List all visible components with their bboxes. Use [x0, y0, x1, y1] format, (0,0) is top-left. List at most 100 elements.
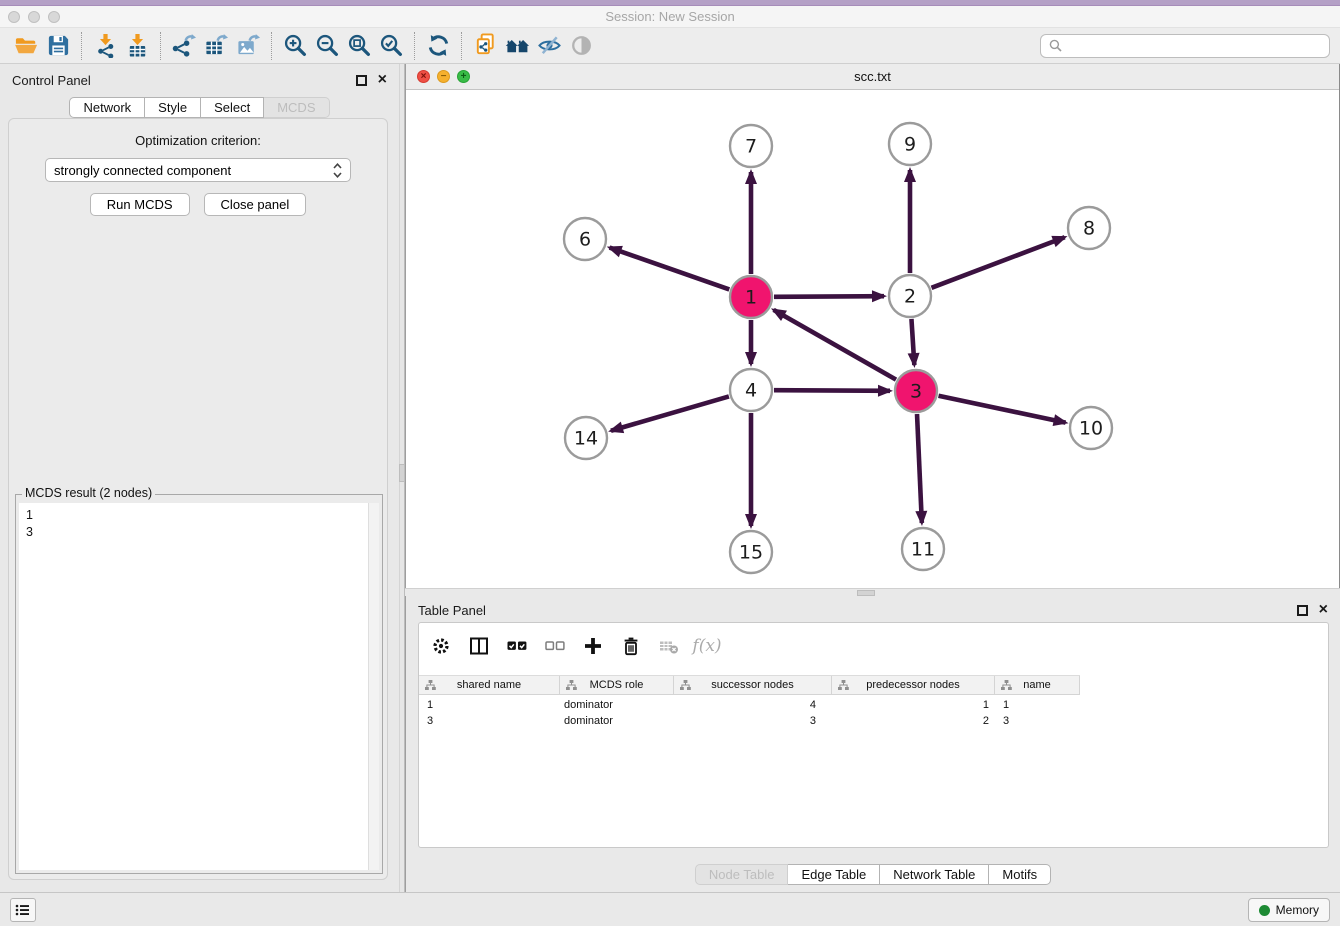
search-box[interactable]: [1040, 34, 1330, 58]
stepper-arrows-icon: [333, 163, 342, 178]
cell-MCDS-role[interactable]: dominator: [560, 713, 674, 729]
delete-table-icon: [659, 636, 679, 656]
import-network-button[interactable]: [89, 31, 121, 61]
tab-network-table[interactable]: Network Table: [880, 864, 989, 885]
import-network-icon: [93, 33, 118, 58]
mcds-result-title: MCDS result (2 nodes): [22, 486, 155, 500]
function-builder-button: f(x): [695, 634, 719, 658]
add-column-button[interactable]: [581, 634, 605, 658]
tab-edge-table[interactable]: Edge Table: [788, 864, 880, 885]
column-header-label: MCDS role: [590, 679, 644, 691]
search-input[interactable]: [1068, 38, 1321, 53]
cell-successor-nodes[interactable]: 3: [674, 713, 832, 729]
optimization-criterion-label: Optimization criterion:: [9, 133, 387, 148]
home-view-button[interactable]: [501, 31, 533, 61]
deselect-all-columns-icon: [545, 636, 565, 656]
mcds-result-lines: 13: [19, 503, 379, 541]
graph-edge-1-6[interactable]: [610, 248, 730, 290]
control-panel-close-icon[interactable]: ×: [378, 73, 387, 87]
import-table-button[interactable]: [121, 31, 153, 61]
split-columns-icon: [469, 636, 489, 656]
graph-node-label-6: 6: [579, 229, 591, 251]
table-row[interactable]: 1dominator411: [419, 697, 1328, 713]
cell-name[interactable]: 3: [995, 713, 1080, 729]
criterion-value: strongly connected component: [54, 163, 333, 178]
tab-network[interactable]: Network: [69, 97, 145, 118]
column-header-successor-nodes[interactable]: successor nodes: [674, 676, 832, 694]
tab-style[interactable]: Style: [145, 97, 201, 118]
tab-node-table[interactable]: Node Table: [695, 864, 789, 885]
export-image-button[interactable]: [232, 31, 264, 61]
zoom-selected-button[interactable]: [375, 31, 407, 61]
task-history-button[interactable]: [10, 898, 36, 922]
settings-button[interactable]: [429, 634, 453, 658]
column-header-predecessor-nodes[interactable]: predecessor nodes: [832, 676, 995, 694]
run-mcds-button[interactable]: Run MCDS: [90, 193, 190, 216]
table-row[interactable]: 3dominator323: [419, 713, 1328, 729]
column-header-name[interactable]: name: [995, 676, 1080, 694]
control-panel-tabstrip: NetworkStyleSelectMCDS: [0, 97, 399, 118]
control-panel-float-icon[interactable]: [356, 75, 367, 86]
column-header-label: successor nodes: [711, 679, 794, 691]
hide-graphics-button[interactable]: [533, 31, 565, 61]
main-toolbar: [0, 28, 1340, 64]
application-window: Session: New Session Control Panel × Net…: [0, 0, 1340, 926]
open-session-button[interactable]: [10, 31, 42, 61]
tab-motifs[interactable]: Motifs: [989, 864, 1051, 885]
horizontal-splitter[interactable]: [405, 588, 1340, 596]
export-network-button[interactable]: [168, 31, 200, 61]
cell-shared-name[interactable]: 3: [419, 713, 560, 729]
graph-edge-4-14[interactable]: [611, 396, 729, 430]
delete-table-button: [657, 634, 681, 658]
zoom-in-button[interactable]: [279, 31, 311, 61]
delete-column-button[interactable]: [619, 634, 643, 658]
close-panel-button[interactable]: Close panel: [204, 193, 307, 216]
mcds-result-line: 1: [26, 507, 379, 524]
graph-node-label-14: 14: [574, 428, 598, 450]
tab-select[interactable]: Select: [201, 97, 264, 118]
graph-edge-2-3[interactable]: [911, 319, 914, 365]
table-panel-close-icon[interactable]: ×: [1319, 603, 1328, 617]
zoom-fit-button[interactable]: [343, 31, 375, 61]
duplicate-network-button[interactable]: [469, 31, 501, 61]
cell-shared-name[interactable]: 1: [419, 697, 560, 713]
deselect-all-columns-button[interactable]: [543, 634, 567, 658]
graph-edge-2-8[interactable]: [932, 237, 1065, 288]
criterion-dropdown[interactable]: strongly connected component: [45, 158, 351, 182]
split-columns-button[interactable]: [467, 634, 491, 658]
cell-predecessor-nodes[interactable]: 2: [832, 713, 995, 729]
memory-button[interactable]: Memory: [1248, 898, 1330, 922]
column-header-MCDS-role[interactable]: MCDS role: [560, 676, 674, 694]
column-header-shared-name[interactable]: shared name: [419, 676, 560, 694]
cell-successor-nodes[interactable]: 4: [674, 697, 832, 713]
column-sort-icon: [425, 680, 436, 691]
cell-MCDS-role[interactable]: dominator: [560, 697, 674, 713]
network-canvas[interactable]: 1234678910111415: [406, 90, 1339, 588]
network-view-window: × − + scc.txt 1234678910111415: [405, 64, 1340, 588]
table-panel-float-icon[interactable]: [1297, 605, 1308, 616]
node-table-container: f(x) shared name MCDS role successor nodes…: [418, 622, 1329, 848]
graph-edge-3-11[interactable]: [917, 414, 922, 523]
graph-edge-3-1[interactable]: [774, 310, 896, 380]
save-session-button[interactable]: [42, 31, 74, 61]
graph-edge-4-3[interactable]: [774, 390, 890, 391]
graph-edge-3-10[interactable]: [939, 396, 1066, 423]
cell-predecessor-nodes[interactable]: 1: [832, 697, 995, 713]
cell-name[interactable]: 1: [995, 697, 1080, 713]
graph-edge-1-2[interactable]: [774, 296, 884, 297]
refresh-layout-button[interactable]: [422, 31, 454, 61]
select-all-columns-icon: [507, 636, 527, 656]
graph-node-label-15: 15: [739, 542, 763, 564]
select-all-columns-button[interactable]: [505, 634, 529, 658]
zoom-out-button[interactable]: [311, 31, 343, 61]
graph-node-label-7: 7: [745, 136, 757, 158]
memory-status-icon: [1259, 905, 1270, 916]
export-table-button[interactable]: [200, 31, 232, 61]
graph-node-label-11: 11: [911, 539, 935, 561]
toolbar-separator: [160, 32, 161, 60]
list-icon: [15, 903, 31, 917]
network-graph: 1234678910111415: [406, 90, 1339, 587]
open-session-icon: [14, 33, 39, 58]
tab-mcds[interactable]: MCDS: [264, 97, 329, 118]
mcds-result-scrollbar[interactable]: [368, 503, 379, 870]
